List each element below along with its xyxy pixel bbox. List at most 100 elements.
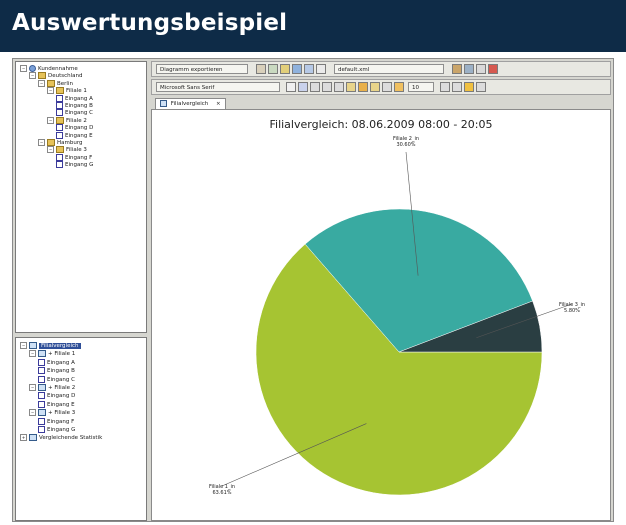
- chart-title: Filialvergleich: 08.06.2009 08:00 - 20:0…: [269, 118, 492, 131]
- arrow-icon[interactable]: [304, 64, 314, 74]
- tree-item-label: Hamburg: [57, 140, 83, 146]
- align-left-icon[interactable]: [346, 82, 356, 92]
- tree-item[interactable]: Eingang C: [38, 375, 75, 384]
- slice-percent: 63.61%: [212, 490, 231, 496]
- collapse-icon[interactable]: −: [38, 79, 45, 87]
- chart-area: Filialvergleich: 08.06.2009 08:00 - 20:0…: [151, 109, 611, 521]
- collapse-icon[interactable]: −: [47, 116, 54, 124]
- toolbar-format: Microsoft Sans Serif 10: [151, 79, 611, 95]
- folder-icon: [56, 87, 64, 95]
- tree-item[interactable]: − + Filiale 2: [29, 384, 75, 392]
- folder-icon: [38, 72, 46, 80]
- export-diagram-button[interactable]: Diagramm exportieren: [156, 64, 248, 74]
- banner-title: Auswertungsbeispiel: [12, 10, 288, 36]
- tree-item-selected[interactable]: − Filialvergleich: [20, 342, 81, 350]
- collapse-icon[interactable]: −: [29, 409, 36, 417]
- entrance-icon: [56, 153, 63, 161]
- tree-item[interactable]: − + Filiale 1: [29, 350, 75, 358]
- font-select[interactable]: Microsoft Sans Serif: [156, 82, 280, 92]
- statistics-icon: [29, 434, 37, 442]
- justify-icon[interactable]: [382, 82, 392, 92]
- chart-icon: [29, 342, 37, 349]
- text-color-icon[interactable]: [298, 82, 308, 92]
- sum-icon: [38, 384, 46, 391]
- collapse-icon[interactable]: −: [20, 65, 27, 72]
- entrance-icon: [56, 131, 63, 139]
- tree-item[interactable]: − + Filiale 3: [29, 409, 75, 417]
- tab-filialvergleich[interactable]: Filialvergleich ×: [155, 98, 226, 109]
- tree-item-label: Filialvergleich: [39, 343, 81, 349]
- tree-item[interactable]: Eingang F: [38, 417, 75, 426]
- bold-icon[interactable]: [310, 82, 320, 92]
- collapse-icon[interactable]: −: [29, 384, 36, 391]
- expand-icon[interactable]: +: [20, 434, 27, 442]
- tree-item[interactable]: Eingang B: [38, 367, 75, 375]
- tree-item-label: Berlin: [57, 80, 73, 87]
- tree-item[interactable]: Eingang G: [38, 426, 75, 434]
- tree-item[interactable]: Eingang A: [38, 358, 75, 367]
- save-icon[interactable]: [464, 64, 474, 74]
- entrance-icon: [38, 426, 45, 433]
- entrance-icon: [38, 375, 45, 383]
- collapse-icon[interactable]: −: [47, 87, 54, 95]
- tree-item-label: Eingang F: [47, 418, 75, 425]
- filter-icon[interactable]: [476, 64, 486, 74]
- color-icon[interactable]: [292, 64, 302, 74]
- tree-item-label: Eingang A: [47, 359, 75, 366]
- header-banner: Auswertungsbeispiel: [0, 0, 626, 52]
- edit-icon[interactable]: [256, 64, 266, 74]
- entrance-icon: [38, 358, 45, 366]
- tree-item-label: Kundennahme: [38, 66, 78, 72]
- border-icon[interactable]: [440, 82, 450, 92]
- align-center-icon[interactable]: [358, 82, 368, 92]
- font-size-select[interactable]: 10: [408, 82, 434, 92]
- close-icon[interactable]: ×: [216, 101, 221, 107]
- globe-icon: [29, 65, 36, 72]
- swap-icon[interactable]: [316, 64, 326, 74]
- tree-item-label: Deutschland: [48, 73, 83, 80]
- highlight-icon[interactable]: [464, 82, 474, 92]
- collapse-icon[interactable]: −: [29, 350, 36, 358]
- open-icon[interactable]: [452, 64, 462, 74]
- tree-item-label: Filiale 3: [66, 147, 87, 154]
- folder-icon: [47, 79, 55, 87]
- style-select[interactable]: default.xml: [334, 64, 444, 74]
- tree-item-label: Eingang F: [65, 154, 93, 161]
- tree-item-label: Vergleichende Statistik: [39, 435, 103, 442]
- fill-icon[interactable]: [394, 82, 404, 92]
- align-right-icon[interactable]: [370, 82, 380, 92]
- collapse-icon[interactable]: −: [20, 342, 27, 349]
- tree-item-label: Filiale 2: [66, 117, 87, 124]
- line-icon[interactable]: [452, 82, 462, 92]
- collapse-icon[interactable]: −: [29, 72, 36, 80]
- collapse-icon[interactable]: −: [47, 146, 54, 154]
- folder-icon: [47, 139, 55, 146]
- folder-icon: [56, 146, 64, 154]
- tree-item-label: Eingang E: [47, 401, 75, 408]
- tree-item-label: Eingang D: [65, 125, 94, 132]
- tree-item-label: Eingang A: [65, 95, 93, 102]
- layout-icon[interactable]: [476, 82, 486, 92]
- entrance-icon: [38, 400, 45, 408]
- collapse-icon[interactable]: −: [38, 139, 45, 146]
- folder-icon: [56, 116, 64, 124]
- format-icon[interactable]: [268, 64, 278, 74]
- font-size-down-icon[interactable]: [286, 82, 296, 92]
- tree-item-label: Eingang C: [65, 110, 93, 117]
- entrance-icon: [38, 392, 45, 400]
- italic-icon[interactable]: [322, 82, 332, 92]
- entrance-icon: [38, 367, 45, 375]
- site-tree-panel: − Kundennahme − Deutschland − Berlin − Filiale …: [15, 61, 147, 333]
- underline-icon[interactable]: [334, 82, 344, 92]
- tree-item[interactable]: Eingang E: [38, 400, 75, 409]
- refresh-icon[interactable]: [488, 64, 498, 74]
- tree-item[interactable]: Eingang G: [56, 161, 93, 169]
- tree-item[interactable]: Eingang D: [38, 392, 75, 400]
- entrance-icon: [56, 109, 63, 117]
- entrance-icon: [56, 124, 63, 132]
- pie-chart: Filialvergleich: 08.06.2009 08:00 - 20:0…: [209, 118, 585, 496]
- tree-item-label: Eingang B: [47, 368, 75, 375]
- chart-type-icon[interactable]: [280, 64, 290, 74]
- tree-item[interactable]: + Vergleichende Statistik: [20, 434, 102, 442]
- entrance-icon: [38, 417, 45, 425]
